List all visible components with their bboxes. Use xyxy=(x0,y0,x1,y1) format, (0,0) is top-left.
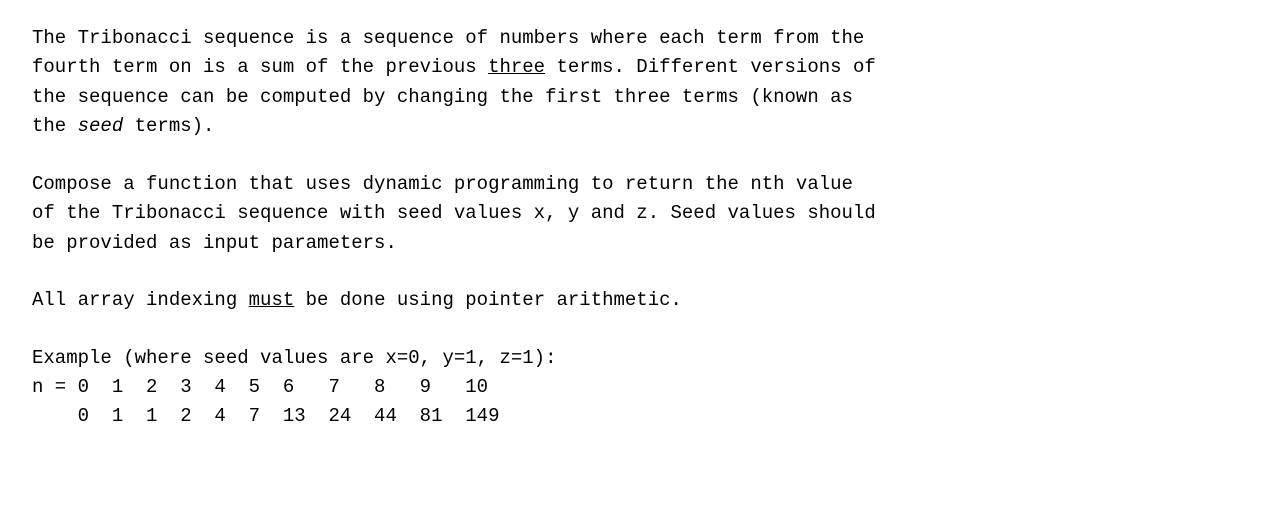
example-label: Example (where seed values are x=0, y=1,… xyxy=(32,344,1240,373)
underlined-word-three: three xyxy=(488,56,545,78)
example-table: n = 0 1 2 3 4 5 6 7 8 9 10 0 1 1 2 4 7 1… xyxy=(32,373,1240,432)
italic-word-seed: seed xyxy=(78,115,124,137)
text-segment: Compose a function that uses dynamic pro… xyxy=(32,173,876,254)
table-values-row: 0 1 1 2 4 7 13 24 44 81 149 xyxy=(32,402,1240,431)
text-segment: All array indexing xyxy=(32,289,249,311)
text-segment: be done using pointer arithmetic. xyxy=(294,289,682,311)
underlined-word-must: must xyxy=(249,289,295,311)
paragraph-3: All array indexing must be done using po… xyxy=(32,286,1240,315)
paragraph-2: Compose a function that uses dynamic pro… xyxy=(32,170,1240,258)
table-header-row: n = 0 1 2 3 4 5 6 7 8 9 10 xyxy=(32,373,1240,402)
paragraph-1: The Tribonacci sequence is a sequence of… xyxy=(32,24,1240,142)
text-segment: Example (where seed values are x=0, y=1,… xyxy=(32,347,557,369)
text-segment: terms). xyxy=(123,115,214,137)
